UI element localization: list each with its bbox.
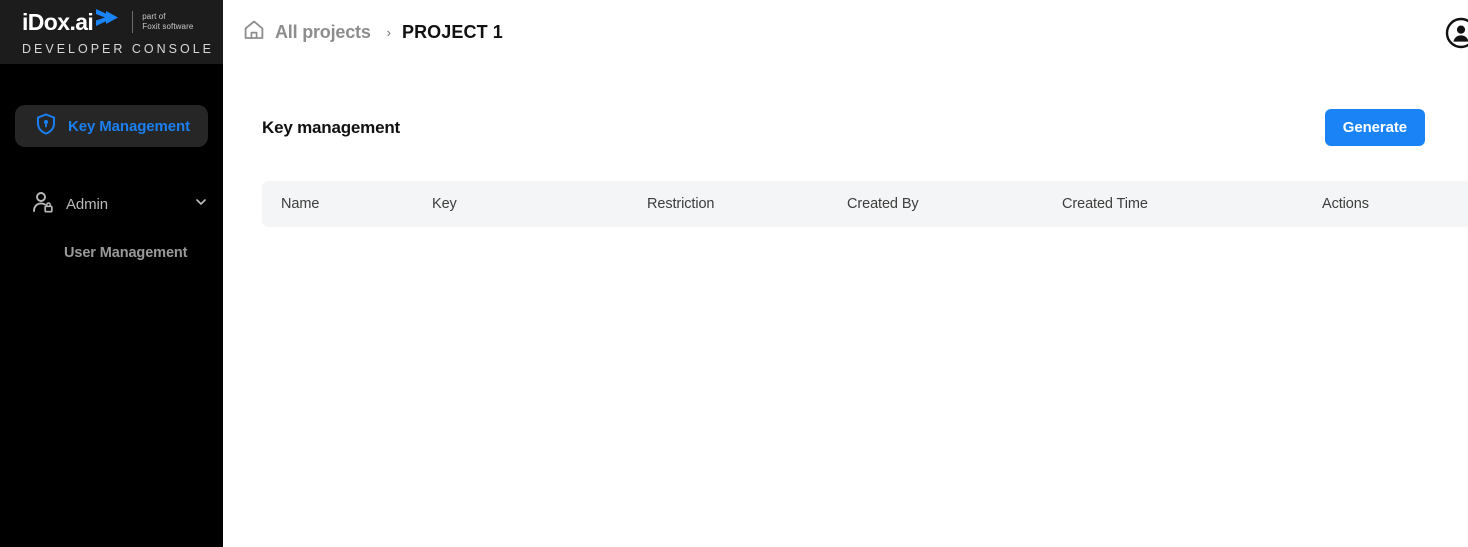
column-header-created-time[interactable]: Created Time bbox=[1062, 181, 1322, 227]
shield-key-icon bbox=[36, 112, 56, 140]
column-header-actions[interactable]: Actions bbox=[1322, 181, 1468, 227]
home-icon bbox=[243, 19, 265, 46]
generate-button[interactable]: Generate bbox=[1324, 109, 1425, 146]
logo-divider bbox=[132, 11, 134, 33]
sidebar-item-label: Key Management bbox=[68, 117, 190, 135]
sidebar-item-label: User Management bbox=[64, 245, 188, 261]
user-lock-icon bbox=[32, 191, 54, 218]
keys-table-wrapper: Name Key Restriction Created By Created … bbox=[262, 181, 1468, 227]
arrow-mark-icon bbox=[94, 7, 120, 34]
sidebar: iDox.ai part of Foxit software DEVELOPER… bbox=[0, 0, 223, 547]
column-header-created-by[interactable]: Created By bbox=[847, 181, 1062, 227]
sidebar-item-key-management[interactable]: Key Management bbox=[15, 105, 208, 147]
sidebar-item-admin[interactable]: Admin bbox=[0, 187, 223, 221]
sidebar-item-label: Admin bbox=[66, 195, 109, 213]
page-header: Key management Generate bbox=[262, 65, 1468, 146]
main-area: All projects › PROJECT 1 Key management … bbox=[223, 0, 1468, 547]
sidebar-nav: Key Management Admin User Management bbox=[0, 64, 223, 266]
breadcrumb-separator: › bbox=[386, 25, 391, 40]
table-header-row: Name Key Restriction Created By Created … bbox=[262, 181, 1468, 227]
logo-tagline-line1: part of bbox=[142, 12, 166, 21]
logo-tagline-line2: Foxit software bbox=[142, 22, 194, 31]
logo-product-line: DEVELOPER CONSOLE bbox=[22, 41, 215, 56]
logo-block[interactable]: iDox.ai part of Foxit software DEVELOPER… bbox=[0, 0, 223, 64]
sidebar-item-user-management[interactable]: User Management bbox=[0, 240, 223, 266]
table-header: Name Key Restriction Created By Created … bbox=[262, 181, 1468, 227]
account-circle-icon[interactable] bbox=[1445, 17, 1468, 49]
content-area: Key management Generate Name Key Restric… bbox=[223, 65, 1468, 547]
breadcrumb-root-label: All projects bbox=[275, 22, 371, 42]
column-header-restriction[interactable]: Restriction bbox=[647, 181, 847, 227]
column-header-key[interactable]: Key bbox=[432, 181, 647, 227]
column-header-name[interactable]: Name bbox=[262, 181, 432, 227]
logo-wordmark: iDox.ai bbox=[22, 8, 94, 35]
logo-primary-row: iDox.ai part of Foxit software bbox=[22, 9, 223, 36]
page-title: Key management bbox=[262, 117, 400, 137]
keys-table: Name Key Restriction Created By Created … bbox=[262, 181, 1468, 227]
breadcrumb-current-label: PROJECT 1 bbox=[401, 22, 503, 42]
logo-tagline: part of Foxit software bbox=[142, 12, 193, 32]
breadcrumb: All projects › PROJECT 1 bbox=[243, 19, 1445, 46]
top-bar: All projects › PROJECT 1 bbox=[223, 0, 1468, 65]
chevron-down-icon[interactable] bbox=[194, 195, 208, 214]
breadcrumb-home-link[interactable]: All projects bbox=[243, 19, 371, 46]
